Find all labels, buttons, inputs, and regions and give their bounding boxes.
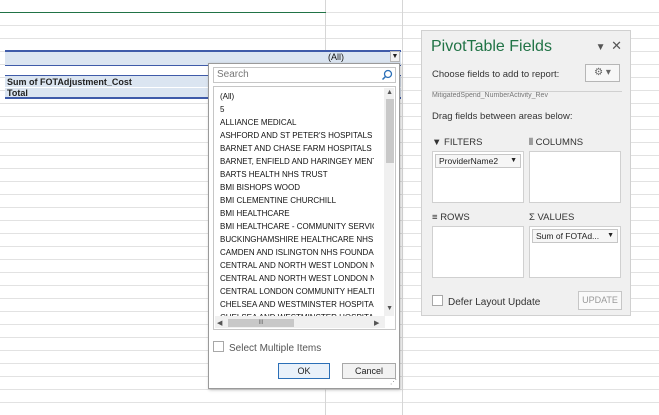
values-area-label: Σ VALUES [529,212,574,223]
list-item[interactable]: (All) [220,90,374,103]
chevron-down-icon[interactable]: ▼ [510,155,517,167]
pivottable-fields-pane: PivotTable Fields ▼ ✕ Choose fields to a… [421,30,631,316]
list-item[interactable]: CENTRAL AND NORTH WEST LONDON N [220,259,374,272]
choose-fields-label: Choose fields to add to report: [432,69,560,80]
values-field-chip[interactable]: Sum of FOTAd... ▼ [532,229,618,243]
list-item[interactable]: ALLIANCE MEDICAL [220,116,374,129]
chevron-down-icon[interactable]: ▼ [596,42,606,53]
columns-icon: ⫴ [529,137,533,148]
filters-drop-area[interactable]: ProviderName2 ▼ [432,151,524,203]
pane-title: PivotTable Fields [431,38,552,55]
columns-area-label: ⫴ COLUMNS [529,137,583,148]
checkbox-icon[interactable] [213,341,224,352]
sigma-icon: Σ [529,212,535,223]
filter-value: (All) [328,52,344,62]
scroll-down-icon[interactable]: ▼ [386,305,393,312]
drag-fields-label: Drag fields between areas below: [432,111,573,122]
tools-button[interactable]: ⚙ ▾ [585,64,620,82]
filter-dropdown-menu: Search (All) 5 ALLIANCE MEDICAL ASHFORD … [208,63,400,389]
columns-drop-area[interactable] [529,151,621,203]
defer-label: Defer Layout Update [448,297,541,308]
values-chip-label: Sum of FOTAd... [536,231,600,241]
field-list[interactable]: MitigatedSpend_NumberActivity_Rev [432,91,622,100]
search-placeholder: Search [217,69,249,80]
filters-area-label: ▼ FILTERS [432,137,482,148]
list-item[interactable]: ASHFORD AND ST PETER'S HOSPITALS N [220,129,374,142]
filter-dropdown-button[interactable]: ▼ [390,51,400,62]
rows-icon: ≡ [432,212,438,223]
list-item[interactable]: BUCKINGHAMSHIRE HEALTHCARE NHS T [220,233,374,246]
list-item[interactable]: 5 [220,103,374,116]
list-item[interactable]: BARNET AND CHASE FARM HOSPITALS N [220,142,374,155]
scroll-left-icon[interactable]: ◀ [217,319,222,327]
list-item[interactable]: BMI HEALTHCARE - COMMUNITY SERVIC [220,220,374,233]
values-drop-area[interactable]: Sum of FOTAd... ▼ [529,226,621,278]
search-input[interactable]: Search [213,67,396,83]
close-icon[interactable]: ✕ [611,38,622,53]
filter-icon: ▼ [432,137,442,148]
cancel-button[interactable]: Cancel [342,363,396,379]
rows-drop-area[interactable] [432,226,524,278]
list-item[interactable]: CENTRAL LONDON COMMUNITY HEALTI [220,285,374,298]
select-multiple-checkbox[interactable]: Select Multiple Items [213,341,321,354]
rows-label-text: ROWS [440,212,470,223]
select-multiple-label: Select Multiple Items [229,343,322,354]
formula-bar-edge [0,12,326,13]
values-label-text: VALUES [537,212,575,223]
update-button[interactable]: UPDATE [578,291,622,310]
filter-chip-label: ProviderName2 [439,156,499,166]
horizontal-scroll-thumb[interactable]: III [228,319,294,327]
scroll-right-icon[interactable]: ▶ [374,319,379,327]
defer-layout-checkbox[interactable]: Defer Layout Update [432,295,540,308]
filters-label-text: FILTERS [444,137,483,148]
search-icon[interactable] [381,69,393,81]
list-item[interactable]: BMI BISHOPS WOOD [220,181,374,194]
chevron-down-icon[interactable]: ▼ [607,230,614,242]
scroll-up-icon[interactable]: ▲ [386,89,393,96]
list-item[interactable]: BARTS HEALTH NHS TRUST [220,168,374,181]
ok-button[interactable]: OK [278,363,330,379]
list-item[interactable]: CHELSEA AND WESTMINSTER HOSPITAL [220,298,374,311]
vertical-scroll-thumb[interactable] [386,99,394,163]
rows-area-label: ≡ ROWS [432,212,470,223]
list-item[interactable]: CAMDEN AND ISLINGTON NHS FOUNDA [220,246,374,259]
columns-label-text: COLUMNS [535,137,584,148]
checkbox-icon[interactable] [432,295,443,306]
provider-list[interactable]: (All) 5 ALLIANCE MEDICAL ASHFORD AND ST … [213,86,396,330]
list-item[interactable]: CENTRAL AND NORTH WEST LONDON N [220,272,374,285]
pane-controls: ▼ ✕ [596,38,622,54]
list-item[interactable]: BMI CLEMENTINE CHURCHILL [220,194,374,207]
resize-grip-icon[interactable]: ⋰ [390,378,397,386]
list-item[interactable]: BARNET, ENFIELD AND HARINGEY MENT [220,155,374,168]
list-item[interactable]: BMI HEALTHCARE [220,207,374,220]
filter-field-chip[interactable]: ProviderName2 ▼ [435,154,521,168]
field-list-item[interactable]: MitigatedSpend_NumberActivity_Rev [432,92,548,99]
gear-icon: ⚙ [594,67,604,78]
